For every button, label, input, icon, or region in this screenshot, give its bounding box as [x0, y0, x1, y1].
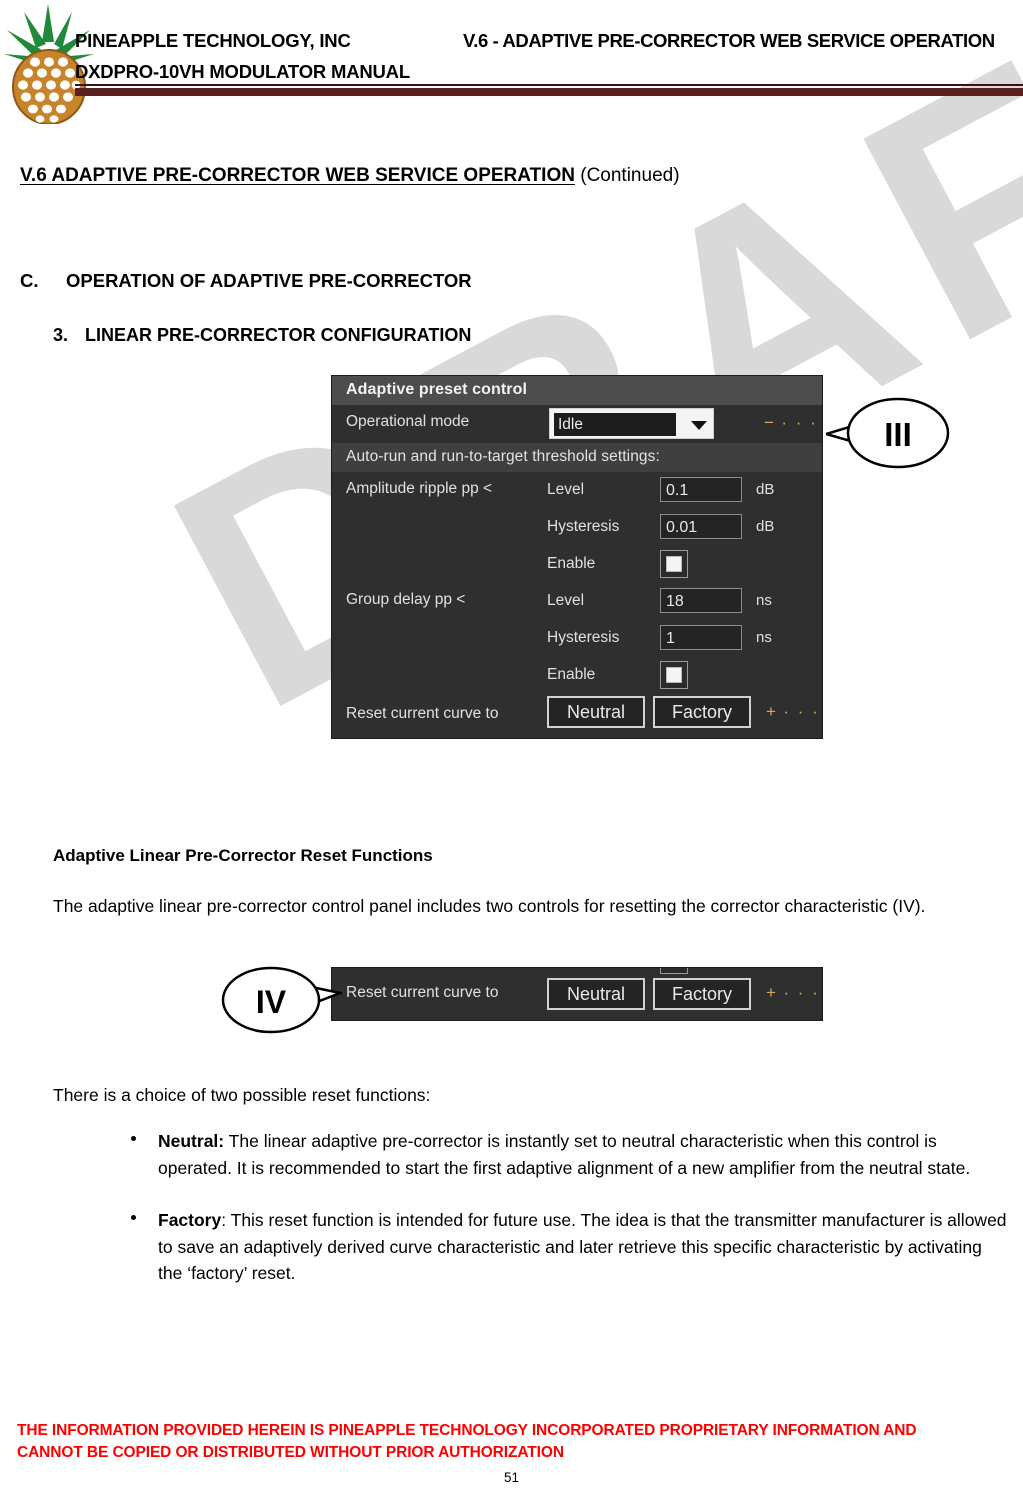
- group-delay-hysteresis-label: Hysteresis: [547, 629, 620, 646]
- group-delay-level-row: Group delay pp < Level 18 ns: [332, 583, 822, 620]
- neutral-button-2[interactable]: Neutral: [547, 978, 645, 1010]
- section-heading: V.6 ADAPTIVE PRE-CORRECTOR WEB SERVICE O…: [20, 165, 680, 187]
- panel-body: Amplitude ripple pp < Level 0.1 dB Hyste…: [332, 472, 822, 738]
- heading-c: C. OPERATION OF ADAPTIVE PRE-CORRECTOR: [20, 270, 472, 292]
- group-delay-level-label: Level: [547, 592, 585, 609]
- panel-title: Adaptive preset control: [332, 376, 822, 405]
- heading-c-label: C.: [20, 270, 39, 291]
- header-rule-thick: [75, 88, 1023, 96]
- reset-curve-row: Reset current curve to Neutral Factory +…: [332, 694, 822, 738]
- operational-mode-label: Operational mode: [346, 413, 470, 430]
- callout-three-label: III: [884, 416, 912, 453]
- footer-notice-line2: CANNOT BE COPIED OR DISTRIBUTED WITHOUT …: [17, 1444, 564, 1461]
- amplitude-hysteresis-row: Hysteresis 0.01 dB: [332, 509, 822, 546]
- heading-3: 3. LINEAR PRE-CORRECTOR CONFIGURATION: [53, 325, 471, 346]
- group-delay-level-unit: ns: [756, 592, 772, 609]
- group-delay-enable-row: Enable: [332, 657, 822, 694]
- group-delay-enable-label: Enable: [547, 666, 596, 683]
- header-rule-thin: [75, 84, 1023, 86]
- operational-mode-row: Operational mode Idle − · · ·: [332, 405, 822, 443]
- group-delay-label: Group delay pp <: [346, 591, 466, 608]
- factory-button-2[interactable]: Factory: [653, 978, 751, 1010]
- page-number: 51: [503, 1470, 520, 1485]
- factory-button[interactable]: Factory: [653, 696, 751, 728]
- group-delay-hysteresis-row: Hysteresis 1 ns: [332, 620, 822, 657]
- minus-dots-indicator[interactable]: − · · ·: [764, 413, 818, 433]
- operational-mode-dropdown[interactable]: Idle: [549, 408, 714, 439]
- bullet-factory-text: : This reset function is intended for fu…: [158, 1210, 1007, 1283]
- plus-dots-indicator-2[interactable]: + · · ·: [766, 983, 820, 1003]
- amplitude-hysteresis-unit: dB: [756, 518, 775, 535]
- reset-curve-panel: Reset current curve to Neutral Factory +…: [332, 968, 822, 1020]
- bullet-neutral-text: The linear adaptive pre-corrector is ins…: [158, 1131, 971, 1178]
- plus-dots-indicator[interactable]: + · · ·: [766, 702, 820, 722]
- group-delay-hysteresis-input[interactable]: 1: [660, 625, 742, 650]
- heading-3-label: 3.: [53, 325, 69, 345]
- callout-four: IV: [221, 966, 342, 1034]
- amplitude-enable-row: Enable: [332, 546, 822, 583]
- callout-three: III: [826, 397, 950, 469]
- amplitude-hysteresis-label: Hysteresis: [547, 518, 620, 535]
- footer-notice-line1: THE INFORMATION PROVIDED HEREIN IS PINEA…: [17, 1422, 917, 1439]
- amplitude-level-row: Amplitude ripple pp < Level 0.1 dB: [332, 472, 822, 509]
- bullet-factory-term: Factory: [158, 1210, 222, 1230]
- amplitude-level-unit: dB: [756, 481, 775, 498]
- amplitude-enable-label: Enable: [547, 555, 596, 572]
- manual-page: DRAFT: [0, 0, 1023, 1503]
- reset-functions-list: Neutral: The linear adaptive pre-correct…: [53, 1128, 1008, 1313]
- company-name: PINEAPPLE TECHNOLOGY, INC: [75, 30, 351, 51]
- footer-notice: THE INFORMATION PROVIDED HEREIN IS PINEA…: [17, 1420, 1007, 1464]
- reset-curve-row-2: Reset current curve to Neutral Factory +…: [332, 968, 822, 1020]
- checkbox-inner: [666, 667, 682, 683]
- bullet-dot-icon: [131, 1215, 136, 1220]
- page-header: PINEAPPLE TECHNOLOGY, INC V.6 - ADAPTIVE…: [0, 0, 1023, 124]
- manual-name: DXDPRO-10VH MODULATOR MANUAL: [75, 61, 410, 82]
- group-delay-enable-checkbox[interactable]: [660, 661, 688, 689]
- neutral-button[interactable]: Neutral: [547, 696, 645, 728]
- amplitude-enable-checkbox[interactable]: [660, 550, 688, 578]
- amplitude-ripple-label: Amplitude ripple pp <: [346, 480, 493, 497]
- section-heading-underlined: V.6 ADAPTIVE PRE-CORRECTOR WEB SERVICE O…: [20, 165, 575, 186]
- list-item: Neutral: The linear adaptive pre-correct…: [53, 1128, 1008, 1181]
- paragraph-one: The adaptive linear pre-corrector contro…: [53, 896, 926, 916]
- chevron-down-icon[interactable]: [691, 420, 707, 430]
- group-delay-hysteresis-unit: ns: [756, 629, 772, 646]
- operational-mode-value: Idle: [554, 413, 676, 436]
- reset-curve-label-2: Reset current curve to: [346, 984, 499, 1001]
- header-titles: PINEAPPLE TECHNOLOGY, INC V.6 - ADAPTIVE…: [75, 30, 1020, 92]
- reset-functions-subheading: Adaptive Linear Pre-Corrector Reset Func…: [53, 846, 433, 865]
- bullet-dot-icon: [131, 1136, 136, 1141]
- callout-four-label: IV: [256, 984, 287, 1020]
- amplitude-hysteresis-input[interactable]: 0.01: [660, 514, 742, 539]
- adaptive-preset-control-panel: Adaptive preset control Operational mode…: [332, 376, 822, 738]
- bullet-neutral-term: Neutral:: [158, 1131, 225, 1151]
- amplitude-level-input[interactable]: 0.1: [660, 477, 742, 502]
- heading-3-text: LINEAR PRE-CORRECTOR CONFIGURATION: [85, 325, 472, 345]
- amplitude-level-label: Level: [547, 481, 585, 498]
- paragraph-two: There is a choice of two possible reset …: [53, 1085, 431, 1105]
- heading-c-text: OPERATION OF ADAPTIVE PRE-CORRECTOR: [66, 270, 472, 291]
- section-title-header: V.6 - ADAPTIVE PRE-CORRECTOR WEB SERVICE…: [463, 30, 995, 51]
- list-item: Factory: This reset function is intended…: [53, 1207, 1008, 1287]
- group-delay-level-input[interactable]: 18: [660, 588, 742, 613]
- section-heading-continued: (Continued): [574, 165, 680, 186]
- reset-curve-label: Reset current curve to: [346, 705, 499, 722]
- threshold-settings-subhead: Auto-run and run-to-target threshold set…: [332, 443, 822, 472]
- checkbox-inner: [666, 556, 682, 572]
